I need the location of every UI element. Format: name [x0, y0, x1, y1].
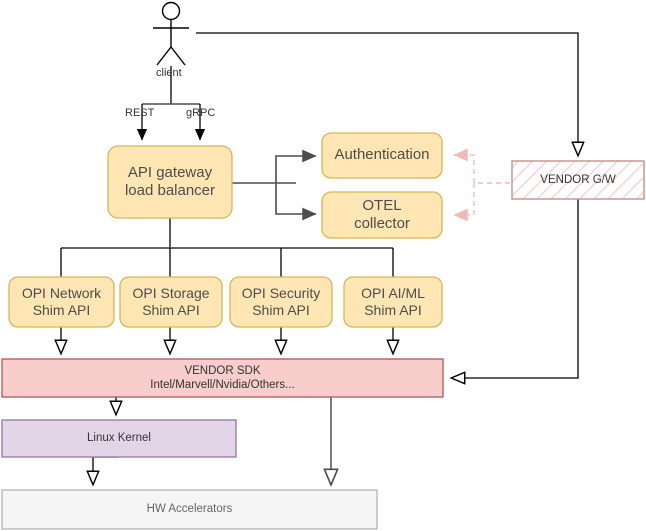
vendor-gw-text: VENDOR G/W [540, 173, 616, 186]
otel-line2: collector [354, 215, 410, 232]
shim-1-line1: OPI Storage [132, 284, 210, 301]
shim-2-line2: Shim API [252, 302, 310, 318]
actor-label: client [156, 67, 182, 79]
edge-linux-kernel-to-hw-accelerators [93, 456, 118, 484]
authentication-text: Authentication [334, 146, 430, 164]
shim-3-line1: OPI AI/ML [361, 284, 425, 301]
vendor-sdk-line2: Intel/Marvell/Nvidia/Others... [150, 379, 295, 391]
edge-gateway-to-otel [275, 183, 317, 221]
edge-vendor-gw-to-authentication [453, 148, 510, 184]
stick-figure-actor-icon [153, 1, 189, 66]
node-linux-kernel-label: Linux Kernel [2, 420, 236, 457]
hw-accelerators-text: HW Accelerators [146, 503, 233, 516]
node-opi-security-shim-api-label: OPI Security Shim API [230, 277, 332, 327]
edge-gateway-to-authentication [275, 149, 317, 183]
node-opi-storage-shim-api-label: OPI Storage Shim API [120, 277, 222, 327]
node-api-gateway-label: API gateway load balancer [108, 146, 232, 218]
otel-line1: OTEL [362, 196, 402, 214]
linux-kernel-text: Linux Kernel [87, 432, 151, 445]
shim-0-line1: OPI Network [21, 284, 102, 301]
node-opi-aiml-shim-api-label: OPI AI/ML Shim API [344, 277, 442, 327]
shim-1-line2: Shim API [142, 302, 200, 318]
edge-label-rest: REST [125, 107, 155, 119]
vendor-sdk-line1: VENDOR SDK [184, 364, 261, 377]
node-opi-network-shim-api-label: OPI Network Shim API [9, 277, 114, 327]
shim-2-line1: OPI Security [241, 284, 321, 301]
node-vendor-gw-label: VENDOR G/W [512, 161, 644, 199]
node-otel-collector-label: OTEL collector [322, 192, 442, 238]
node-hw-accelerators-label: HW Accelerators [2, 490, 377, 529]
shim-0-line2: Shim API [32, 302, 91, 318]
api-gateway-line1: API gateway [127, 163, 213, 181]
node-authentication-label: Authentication [322, 133, 442, 178]
edge-vendor-gw-to-vendor-sdk [452, 199, 579, 378]
node-vendor-sdk-label: VENDOR SDK Intel/Marvell/Nvidia/Others..… [2, 359, 443, 397]
shim-3-line2: Shim API [364, 302, 422, 318]
api-gateway-line2: load balancer [124, 182, 216, 199]
edge-label-grpc: gRPC [186, 107, 216, 119]
edge-vendor-gw-to-otel [453, 182, 510, 222]
